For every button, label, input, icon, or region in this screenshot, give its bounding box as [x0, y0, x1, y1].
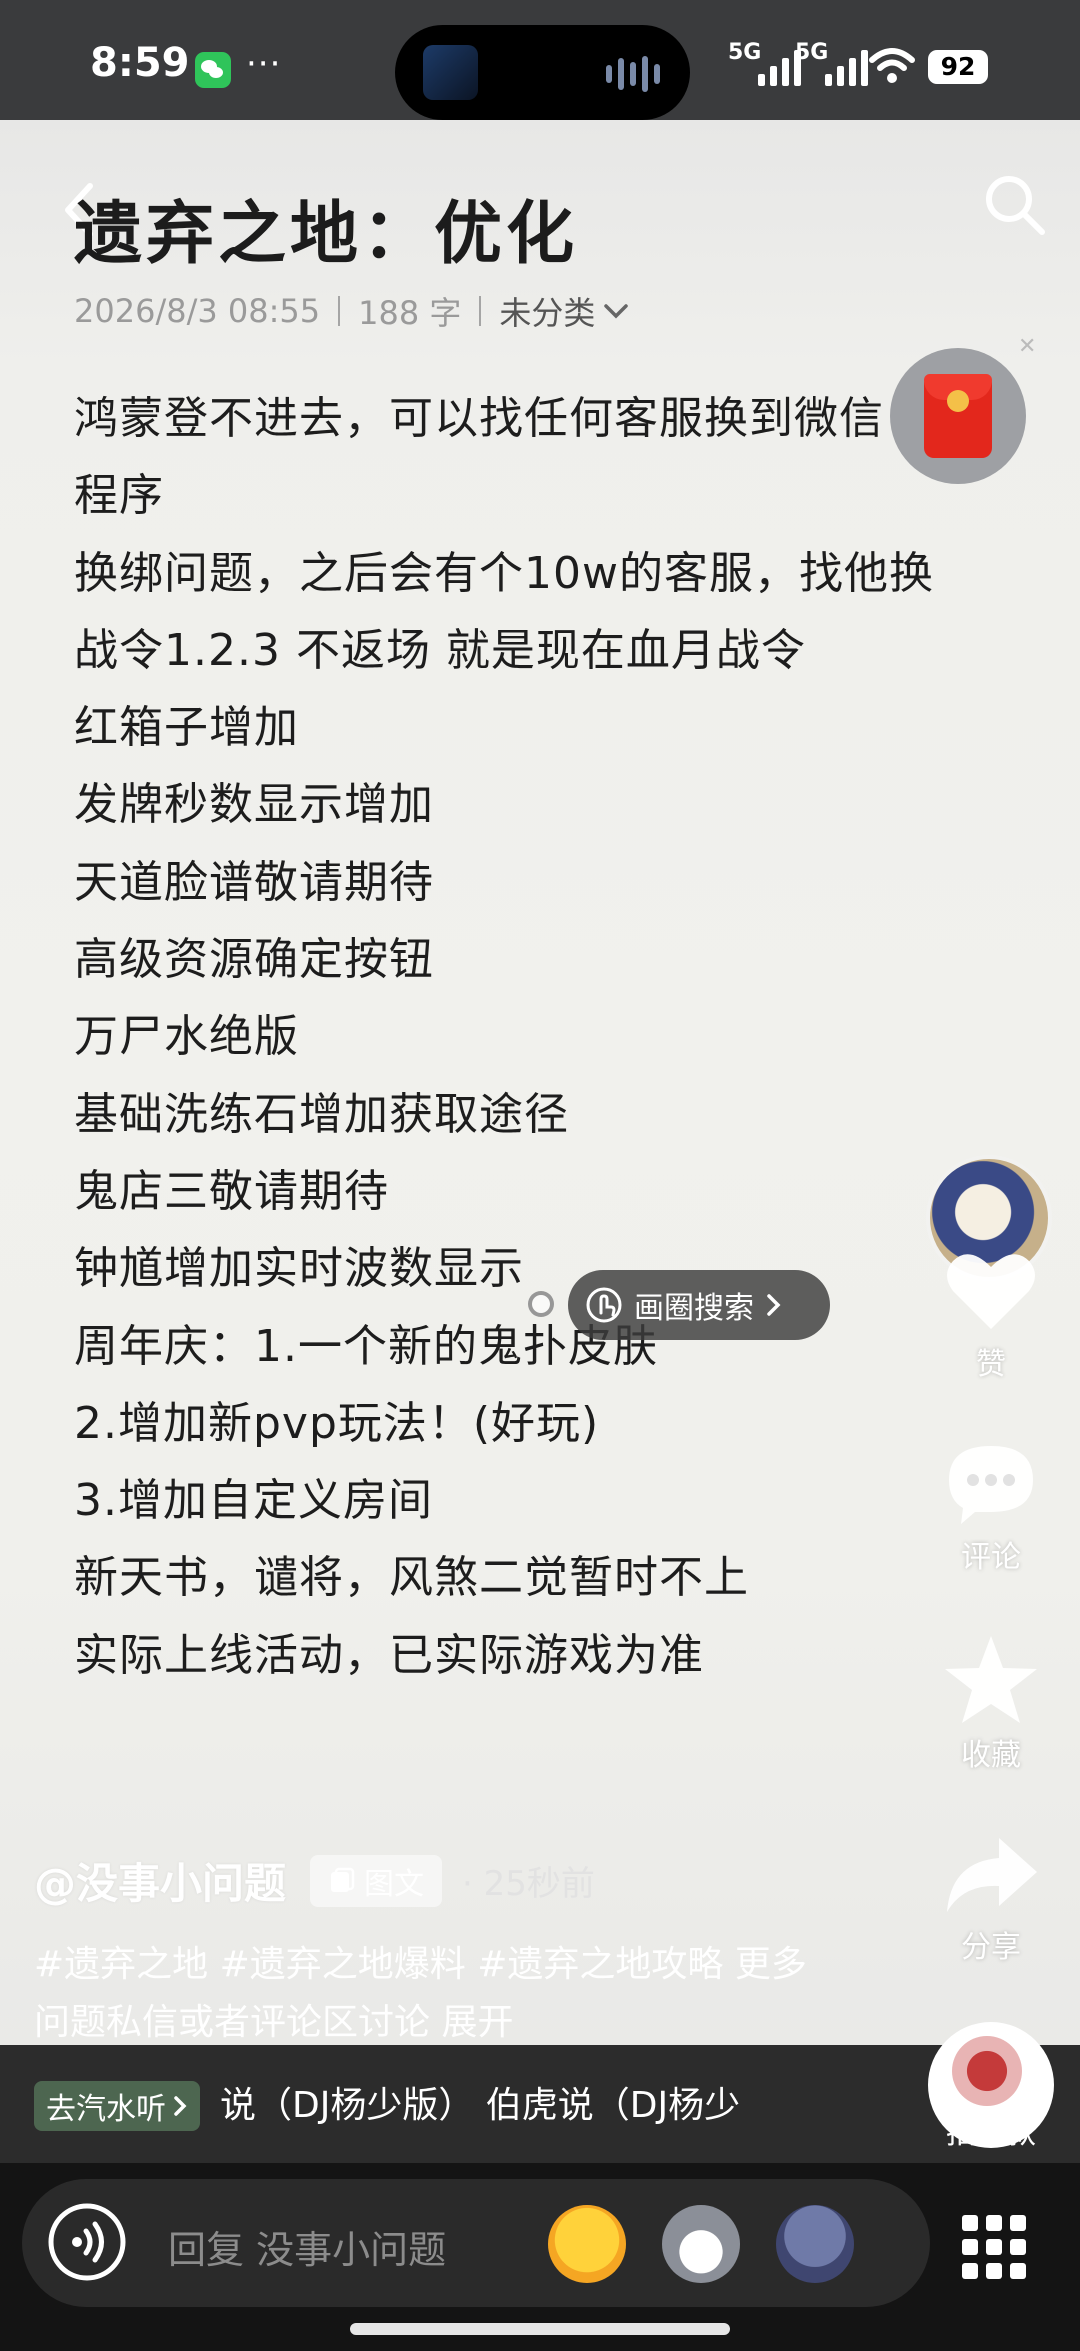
- network-type-1: 5G: [728, 40, 762, 65]
- type-badge-label: 图文: [364, 1866, 425, 1902]
- heart-icon: [947, 1254, 1035, 1329]
- close-icon[interactable]: ✕: [1018, 334, 1036, 359]
- image-text-icon: [331, 1867, 355, 1892]
- note-line: 鸿蒙登不进去，可以找任何客服换到微信: [74, 393, 884, 444]
- share-arrow-icon: [947, 1838, 1037, 1912]
- comment-button[interactable]: 评论: [930, 1438, 1052, 1576]
- circle-search-label: 画圈搜索: [634, 1291, 754, 1326]
- note-line: 鬼店三敬请期待: [74, 1165, 389, 1217]
- music-bar[interactable]: 说（DJ杨少版） 伯虎说（DJ杨少 去汽水听: [0, 2045, 1080, 2163]
- reply-placeholder: 回复 没事小问题: [168, 2228, 447, 2272]
- red-envelope-icon: [924, 374, 992, 458]
- circle-search-anchor: [528, 1291, 554, 1317]
- open-in-music-app-button[interactable]: 去汽水听: [34, 2081, 200, 2131]
- dynamic-island[interactable]: [395, 25, 690, 120]
- chevron-right-icon: [174, 2096, 187, 2116]
- circle-search-button[interactable]: 画圈搜索: [568, 1270, 830, 1340]
- category-selector[interactable]: 未分类: [499, 288, 629, 334]
- favorite-button[interactable]: 收藏: [930, 1632, 1052, 1774]
- type-badge: 图文: [310, 1854, 443, 1907]
- more-grid-icon[interactable]: [962, 2215, 1026, 2279]
- reply-input[interactable]: 回复 没事小问题: [22, 2179, 930, 2307]
- post-time: · 25秒前: [462, 1864, 595, 1904]
- comment-icon: [949, 1446, 1033, 1524]
- favorite-label: 收藏: [961, 1738, 1021, 1773]
- note-line: 实际上线活动，已实际游戏为准: [74, 1629, 704, 1681]
- more-notifications-icon: ···: [246, 44, 282, 84]
- note-line: 3.增加自定义房间: [74, 1475, 433, 1527]
- network-type-2: 5G: [795, 40, 829, 65]
- bottom-input-bar: 回复 没事小问题: [0, 2163, 1080, 2351]
- note-stage: 遗弃之地：优化 2026/8/3 08:55 188 字 未分类 鸿蒙登不进去，…: [0, 120, 1080, 2165]
- note-line: 基础洗练石增加获取途径: [74, 1088, 569, 1140]
- meta-divider: [479, 296, 482, 326]
- dog-emoji-icon[interactable]: [662, 2205, 740, 2283]
- chevron-right-icon: [767, 1294, 781, 1316]
- note-line: 新天书，谴将，风煞二觉暂时不上: [74, 1552, 749, 1604]
- search-icon[interactable]: [982, 172, 1048, 238]
- home-indicator[interactable]: [350, 2323, 730, 2335]
- star-icon: [945, 1636, 1037, 1723]
- laughing-emoji-icon[interactable]: [548, 2205, 626, 2283]
- author-row: @没事小问题 图文 · 25秒前: [34, 1850, 595, 1911]
- wifi-icon: [869, 48, 915, 83]
- note-line: 红箱子增加: [74, 702, 299, 754]
- same-style-label: 拍同款: [946, 2116, 1036, 2151]
- share-button[interactable]: 分享: [930, 1832, 1052, 1966]
- red-envelope-button[interactable]: [890, 348, 1026, 484]
- note-line: 万尸水绝版: [74, 1011, 299, 1063]
- note-line: 高级资源确定按钮: [74, 934, 434, 986]
- category-label: 未分类: [499, 294, 596, 332]
- note-word-count: 188 字: [358, 294, 462, 332]
- note-line: 程序: [74, 470, 164, 522]
- share-label: 分享: [961, 1930, 1021, 1965]
- note-line: 2.增加新pvp玩法！(好玩): [74, 1397, 600, 1449]
- note-line: 发牌秒数显示增加: [74, 779, 434, 831]
- hand-pointer-icon: [586, 1287, 622, 1323]
- wechat-notification-icon: [195, 52, 231, 88]
- chevron-down-icon: [604, 304, 629, 319]
- moon-emoji-icon[interactable]: [776, 2205, 854, 2283]
- note-line: 战令1.2.3 不返场 就是现在血月战令: [74, 624, 806, 676]
- hashtags-description[interactable]: #遗弃之地 #遗弃之地爆料 #遗弃之地攻略 更多问题私信或者评论区讨论 展开: [34, 1936, 814, 2052]
- note-line: 天道脸谱敬请期待: [74, 856, 434, 908]
- like-label: 赞: [976, 1347, 1006, 1382]
- music-chip-label: 去汽水听: [46, 2092, 166, 2127]
- note-meta: 2026/8/3 08:55 188 字 未分类: [74, 288, 629, 334]
- comment-label: 评论: [961, 1540, 1021, 1575]
- note-title: 遗弃之地：优化: [74, 195, 579, 274]
- status-time: 8:59: [90, 40, 190, 86]
- music-title-marquee: 说（DJ杨少版） 伯虎说（DJ杨少: [220, 2085, 741, 2126]
- note-line: 换绑问题，之后会有个10w的客服，找他换: [74, 547, 934, 599]
- meta-divider: [338, 296, 341, 326]
- audio-wave-icon: [606, 55, 660, 93]
- voice-icon[interactable]: [44, 2199, 130, 2285]
- note-date: 2026/8/3 08:55: [74, 292, 321, 330]
- author-name[interactable]: @没事小问题: [34, 1850, 286, 1911]
- now-playing-thumbnail: [423, 45, 478, 100]
- signal-icon: [825, 48, 868, 86]
- note-body: 鸿蒙登不进去，可以找任何客服换到微信 程序 换绑问题，之后会有个10w的客服，找…: [74, 380, 1004, 1694]
- status-bar: 8:59 ··· 5G 5G 92: [0, 0, 1080, 120]
- battery-indicator: 92: [928, 50, 988, 84]
- like-button[interactable]: 赞: [930, 1245, 1052, 1383]
- note-line: 周年庆：1.一个新的鬼扑皮肤: [74, 1320, 658, 1372]
